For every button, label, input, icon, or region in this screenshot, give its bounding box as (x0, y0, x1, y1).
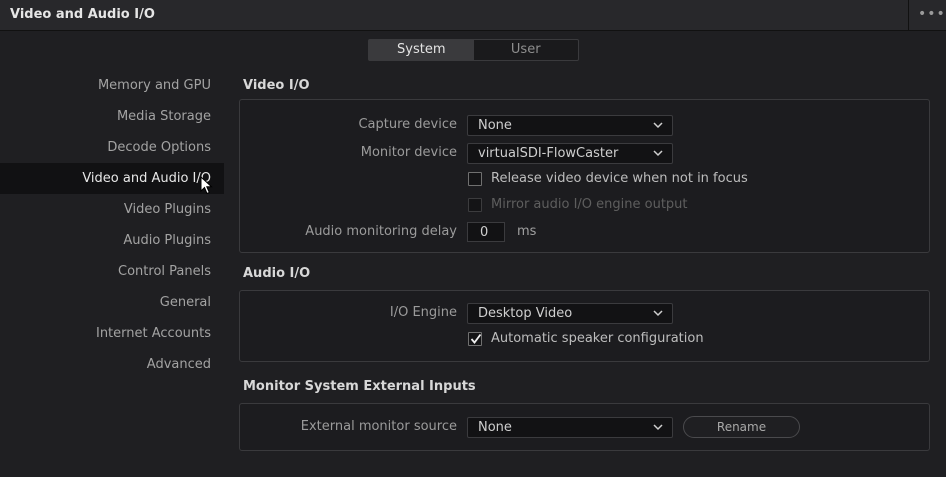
video-io-title: Video I/O (243, 78, 310, 93)
more-options-icon[interactable]: ••• (918, 5, 945, 23)
chevron-down-icon (653, 150, 663, 157)
external-inputs-title: Monitor System External Inputs (243, 379, 476, 394)
tab-user[interactable]: User (474, 40, 579, 60)
title-divider (908, 0, 909, 31)
monitor-device-value: virtualSDI-FlowCaster (478, 146, 619, 161)
sidebar-item-decode-options[interactable]: Decode Options (0, 132, 224, 163)
title-bar: Video and Audio I/O ••• (0, 0, 946, 31)
checkmark-icon (470, 333, 482, 344)
monitor-device-label: Monitor device (360, 145, 457, 160)
mouse-cursor-icon (200, 176, 213, 195)
release-device-checkbox[interactable] (468, 172, 482, 186)
window-title: Video and Audio I/O (10, 7, 155, 22)
external-source-label: External monitor source (300, 419, 457, 434)
audio-delay-input[interactable] (467, 222, 505, 242)
io-engine-dropdown[interactable]: Desktop Video (467, 303, 673, 324)
mirror-audio-label: Mirror audio I/O engine output (491, 197, 688, 212)
auto-speaker-checkbox[interactable] (468, 332, 482, 346)
io-engine-label: I/O Engine (389, 305, 457, 320)
audio-delay-label: Audio monitoring delay (305, 224, 457, 239)
sidebar-item-memory-gpu[interactable]: Memory and GPU (0, 70, 224, 101)
capture-device-value: None (478, 118, 512, 133)
auto-speaker-label: Automatic speaker configuration (491, 331, 704, 346)
scope-tabs: System User (368, 39, 579, 61)
sidebar-item-general[interactable]: General (0, 287, 224, 318)
audio-delay-unit: ms (517, 224, 537, 239)
sidebar-item-control-panels[interactable]: Control Panels (0, 256, 224, 287)
sidebar-item-video-plugins[interactable]: Video Plugins (0, 194, 224, 225)
external-source-dropdown[interactable]: None (467, 417, 673, 438)
chevron-down-icon (653, 424, 663, 431)
monitor-device-dropdown[interactable]: virtualSDI-FlowCaster (467, 143, 673, 164)
sidebar-item-internet-accounts[interactable]: Internet Accounts (0, 318, 224, 349)
chevron-down-icon (653, 310, 663, 317)
sidebar-item-advanced[interactable]: Advanced (0, 349, 224, 380)
rename-button[interactable]: Rename (683, 416, 800, 438)
sidebar-item-audio-plugins[interactable]: Audio Plugins (0, 225, 224, 256)
external-source-value: None (478, 420, 512, 435)
audio-io-panel (239, 290, 930, 362)
chevron-down-icon (653, 122, 663, 129)
audio-io-title: Audio I/O (243, 266, 311, 281)
sidebar-item-video-audio-io[interactable]: Video and Audio I/O (0, 163, 224, 194)
capture-device-label: Capture device (358, 117, 457, 132)
mirror-audio-checkbox (468, 198, 482, 212)
release-device-label: Release video device when not in focus (491, 171, 748, 186)
sidebar-item-media-storage[interactable]: Media Storage (0, 101, 224, 132)
io-engine-value: Desktop Video (478, 306, 573, 321)
capture-device-dropdown[interactable]: None (467, 115, 673, 136)
tab-system[interactable]: System (369, 40, 474, 60)
